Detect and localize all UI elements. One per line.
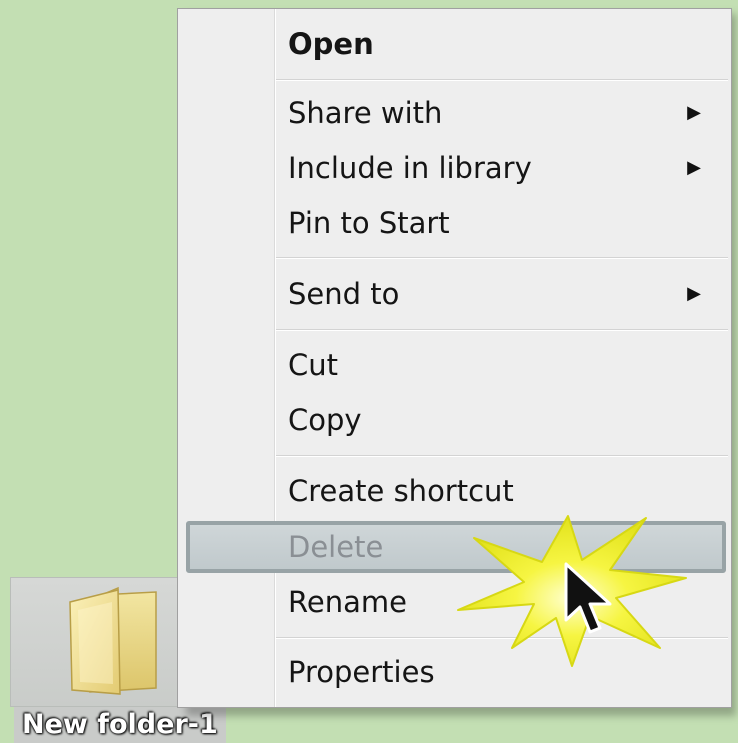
submenu-arrow-icon: ▶	[687, 157, 701, 178]
submenu-arrow-icon: ▶	[687, 283, 701, 304]
menu-separator	[276, 455, 728, 457]
menu-item-pin-to-start[interactable]: Pin to Start	[178, 196, 731, 250]
menu-item-label: Pin to Start	[288, 206, 450, 240]
menu-item-label: Send to	[288, 277, 400, 311]
menu-item-label: Rename	[288, 585, 407, 619]
menu-item-label: Open	[288, 27, 374, 61]
desktop: New folder-1 Open Share with ▶ Include i…	[0, 0, 738, 743]
menu-item-label: Properties	[288, 655, 435, 689]
submenu-arrow-icon: ▶	[687, 102, 701, 123]
menu-item-cut[interactable]: Cut	[178, 338, 731, 392]
menu-item-share-with[interactable]: Share with ▶	[178, 86, 731, 140]
folder-icon[interactable]	[60, 580, 170, 700]
menu-item-copy[interactable]: Copy	[178, 393, 731, 447]
menu-item-label: Copy	[288, 403, 362, 437]
menu-separator	[276, 257, 728, 259]
arrow-cursor-icon	[564, 562, 612, 634]
menu-item-include-in-library[interactable]: Include in library ▶	[178, 141, 731, 195]
menu-item-label: Include in library	[288, 151, 532, 185]
menu-item-label: Delete	[288, 530, 384, 564]
menu-separator	[276, 79, 728, 81]
menu-separator	[276, 329, 728, 331]
menu-item-open[interactable]: Open	[178, 17, 731, 71]
menu-item-label: Cut	[288, 348, 338, 382]
menu-item-label: Share with	[288, 96, 443, 130]
menu-item-send-to[interactable]: Send to ▶	[178, 267, 731, 321]
